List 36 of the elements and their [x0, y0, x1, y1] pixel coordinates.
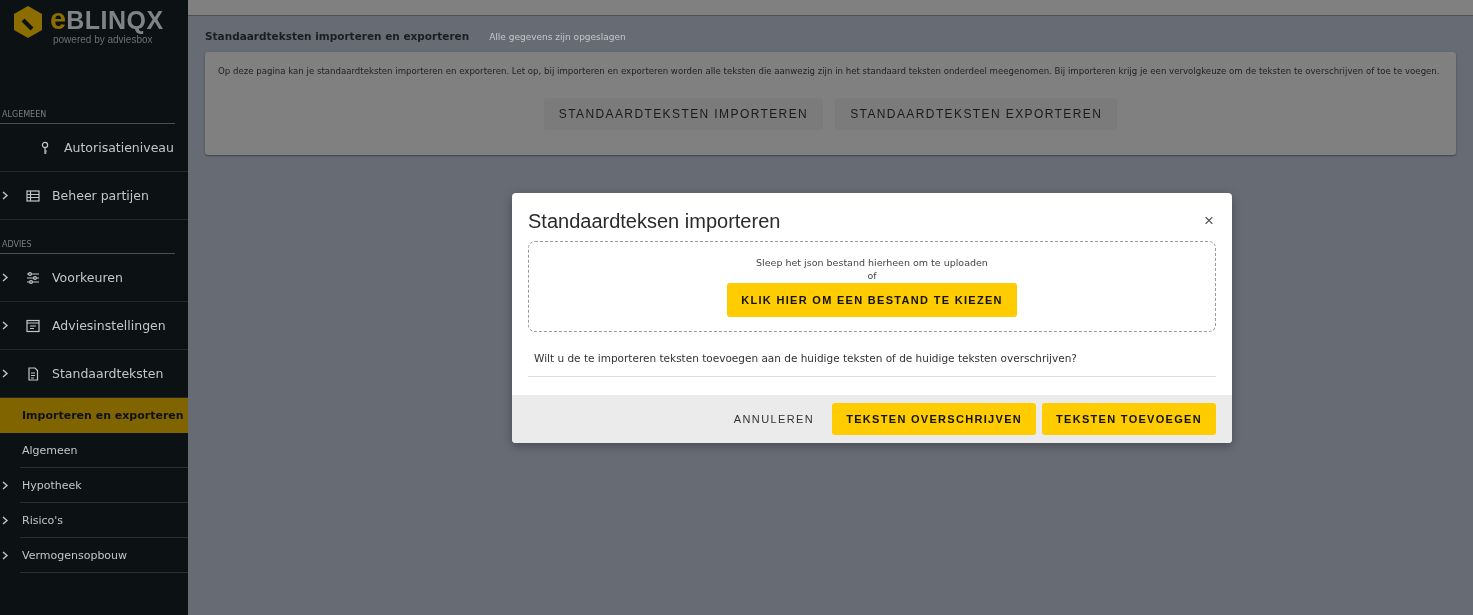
cancel-button[interactable]: ANNULEREN: [721, 403, 827, 435]
chevron-icon: [2, 369, 9, 378]
chevron-icon: [2, 191, 9, 200]
page-description: Op deze pagina kan je standaardteksten importeren en exporteren. Let op, bij importeren en exporteren worden alle teksten die aanwezig zijn in het standaard teksten onderdeel meegenomen. Bij importeren krijg je een vervolgkeuze om de teksten te overschrijven of toe te voegen.: [218, 66, 1441, 76]
choose-file-button[interactable]: KLIK HIER OM EEN BESTAND TE KIEZEN: [727, 282, 1017, 317]
dialog-question: Wilt u de te importeren teksten toevoegen aan de huidige teksten of de huidige teksten overschrijven?: [528, 332, 1216, 377]
document-icon: [26, 366, 40, 381]
import-button[interactable]: STANDAARDTEKSTEN IMPORTEREN: [543, 98, 824, 130]
dialog-title: Standaardteksen importeren: [528, 209, 781, 233]
brand-logo: eBLINQX: [50, 5, 164, 34]
list-icon: [26, 188, 40, 203]
sidebar-item-label: Adviesinstellingen: [52, 318, 166, 333]
sliders-icon: [26, 270, 40, 285]
close-button[interactable]: ×: [1202, 211, 1216, 231]
sidebar-item-label: Beheer partijen: [52, 188, 149, 203]
hexagon-logo-icon: [12, 5, 44, 39]
action-button[interactable]: TEKSTEN OVERSCHRIJVEN: [832, 403, 1036, 435]
chevron-icon: [2, 516, 9, 525]
section-heading: ALGEMEEN: [0, 65, 175, 124]
logo-tagline: powered by adviesbox: [53, 34, 153, 45]
dropzone-hint: Sleep het json bestand hierheen om te uploaden: [756, 256, 988, 268]
sidebar-item-label: Autorisatieniveau: [64, 140, 174, 155]
file-dropzone[interactable]: Sleep het json bestand hierheen om te uploaden of KLIK HIER OM EEN BESTAND TE KIEZEN: [528, 241, 1216, 332]
chevron-icon: [2, 273, 9, 282]
window-icon: [26, 318, 40, 333]
action-button[interactable]: TEKSTEN TOEVOEGEN: [1042, 403, 1216, 435]
dropzone-or: of: [867, 269, 877, 281]
sidebar-item-label: Voorkeuren: [52, 270, 123, 285]
chevron-icon: [2, 551, 9, 560]
save-status: Alle gegevens zijn opgeslagen: [489, 32, 626, 42]
section-heading: ADVIES: [0, 220, 175, 254]
page-title: Standaardteksten importeren en exporteren: [205, 30, 470, 42]
export-button[interactable]: STANDAARDTEKSTEN EXPORTEREN: [835, 98, 1118, 130]
sidebar-item-label: Standaardteksten: [52, 366, 164, 381]
chevron-icon: [2, 321, 9, 330]
chevron-icon: [2, 481, 9, 490]
